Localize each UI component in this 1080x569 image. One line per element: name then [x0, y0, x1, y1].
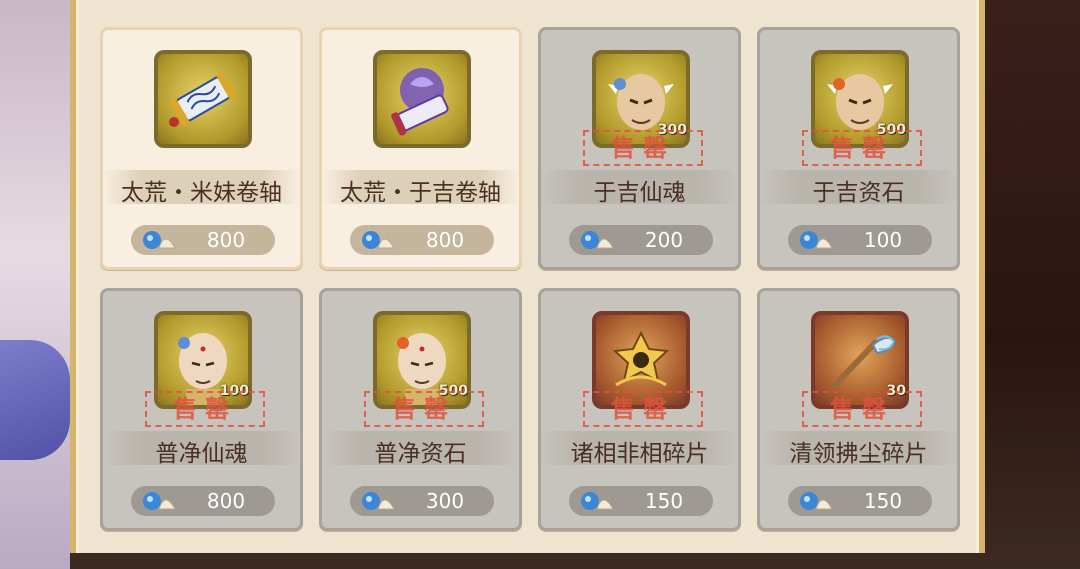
- sold-out-stamp: 售罄: [364, 391, 484, 427]
- price-value: 300: [425, 489, 465, 513]
- shell-currency-icon: [581, 231, 614, 249]
- item-name: 于吉仙魂: [593, 180, 686, 206]
- price-pill: 300: [350, 486, 494, 516]
- panel-bottom-edge: [70, 553, 985, 569]
- price-pill: 100: [788, 225, 932, 255]
- price-pill: 200: [569, 225, 713, 255]
- price-value: 200: [644, 228, 684, 252]
- scroll-purple-icon: [373, 50, 471, 148]
- price-pill: 800: [131, 486, 275, 516]
- item-name: 太荒・米妹卷轴: [121, 180, 282, 206]
- shell-currency-icon: [143, 231, 176, 249]
- price-value: 800: [206, 489, 246, 513]
- price-pill: 800: [350, 225, 494, 255]
- shell-currency-icon: [800, 231, 833, 249]
- shop-item-card[interactable]: 500 售罄 于吉资石 100: [757, 27, 960, 270]
- shop-item-card[interactable]: 太荒・米妹卷轴 800: [100, 27, 303, 270]
- item-name: 普净资石: [374, 441, 467, 467]
- background-right: [980, 0, 1080, 569]
- item-name: 诸相非相碎片: [570, 441, 709, 467]
- price-value: 800: [425, 228, 465, 252]
- sold-out-stamp: 售罄: [583, 130, 703, 166]
- shell-currency-icon: [143, 492, 176, 510]
- shell-currency-icon: [800, 492, 833, 510]
- price-pill: 150: [569, 486, 713, 516]
- price-value: 150: [863, 489, 903, 513]
- item-name: 清领拂尘碎片: [789, 441, 928, 467]
- sold-out-stamp: 售罄: [802, 130, 922, 166]
- price-pill: 150: [788, 486, 932, 516]
- item-name: 普净仙魂: [155, 441, 248, 467]
- item-name: 于吉资石: [812, 180, 905, 206]
- shop-item-card[interactable]: 500 售罄 普净资石 300: [319, 288, 522, 531]
- price-pill: 800: [131, 225, 275, 255]
- sold-out-stamp: 售罄: [145, 391, 265, 427]
- item-name: 太荒・于吉卷轴: [340, 180, 501, 206]
- shop-item-card[interactable]: 太荒・于吉卷轴 800: [319, 27, 522, 270]
- sold-out-stamp: 售罄: [583, 391, 703, 427]
- shop-item-card[interactable]: 30 售罄 清领拂尘碎片 150: [757, 288, 960, 531]
- price-value: 100: [863, 228, 903, 252]
- shell-currency-icon: [362, 231, 395, 249]
- character-art-left: [0, 0, 80, 569]
- scroll-blue-icon: [154, 50, 252, 148]
- sold-out-stamp: 售罄: [802, 391, 922, 427]
- shop-item-card[interactable]: 售罄 诸相非相碎片 150: [538, 288, 741, 531]
- shell-currency-icon: [581, 492, 614, 510]
- price-value: 800: [206, 228, 246, 252]
- shop-item-card[interactable]: 300 售罄 于吉仙魂 200: [538, 27, 741, 270]
- shop-grid: 太荒・米妹卷轴 800 太荒・于吉卷轴 800 300 售罄 于吉仙魂 200 …: [100, 27, 960, 547]
- price-value: 150: [644, 489, 684, 513]
- shop-item-card[interactable]: 100 售罄 普净仙魂 800: [100, 288, 303, 531]
- shell-currency-icon: [362, 492, 395, 510]
